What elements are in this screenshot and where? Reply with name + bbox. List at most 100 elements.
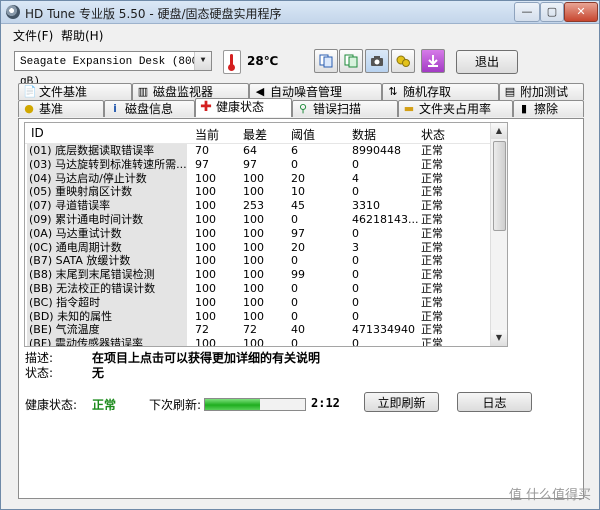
status-label: 状态:: [25, 366, 54, 380]
scroll-up-arrow-icon[interactable]: ▲: [491, 123, 507, 139]
health-panel: ID 当前 最差 阈值 数据 状态 (01) 底层数据读取错误率 70 64 6 899…: [18, 118, 584, 499]
info-icon: i: [113, 102, 117, 115]
magnifier-icon: ⚲: [298, 102, 308, 115]
table-row[interactable]: (07) 寻道错误率 100 253 45 3310 正常: [25, 199, 490, 214]
cell-worst: 64: [243, 144, 257, 157]
cell-data: 8990448: [352, 144, 401, 157]
cell-data: 46218143...: [352, 213, 418, 226]
menu-help[interactable]: 帮助(H): [61, 27, 103, 44]
tab-health[interactable]: ✚ 健康状态: [195, 98, 292, 117]
tab-folder-usage[interactable]: ▬ 文件夹占用率: [398, 100, 513, 117]
menu-file[interactable]: 文件(F): [13, 27, 53, 44]
options-button[interactable]: [391, 49, 415, 73]
column-header-worst[interactable]: 最差: [243, 126, 267, 143]
tab-disk-info[interactable]: i 磁盘信息: [104, 100, 195, 117]
cell-data: 471334940: [352, 323, 415, 337]
table-row[interactable]: (BD) 未知的属性 100 100 0 0 正常: [25, 309, 490, 324]
table-row[interactable]: (BE) 气流温度 72 72 40 471334940 正常: [25, 323, 490, 338]
cell-data: 0: [352, 337, 359, 347]
column-header-status[interactable]: 状态: [421, 126, 445, 143]
tab-label: 磁盘信息: [125, 102, 174, 116]
tab-extra-tests[interactable]: ▤ 附加测试: [499, 83, 584, 100]
tab-file-benchmark[interactable]: 📄 文件基准: [18, 83, 132, 100]
cell-status: 正常: [421, 295, 443, 309]
cell-threshold: 45: [291, 199, 305, 213]
table-row[interactable]: (B8) 末尾到末尾错误检测 100 100 99 0 正常: [25, 268, 490, 283]
table-row[interactable]: (BB) 无法校正的错误计数 100 100 0 0 正常: [25, 282, 490, 296]
cell-worst: 100: [243, 282, 264, 295]
scroll-thumb[interactable]: [493, 141, 506, 231]
cell-current: 72: [195, 323, 209, 337]
cell-current: 100: [195, 254, 216, 268]
minimize-button[interactable]: —: [514, 2, 540, 22]
column-header-data[interactable]: 数据: [352, 126, 376, 143]
table-row[interactable]: (03) 马达旋转到标准转速所需... 97 97 0 0 正常: [25, 157, 490, 172]
cell-status: 正常: [421, 337, 443, 347]
description-value: 在项目上点击可以获得更加详细的有关说明: [92, 351, 321, 365]
tab-error-scan[interactable]: ⚲ 错误扫描: [292, 100, 398, 117]
cell-status: 正常: [421, 309, 443, 323]
cell-worst: 100: [243, 268, 264, 282]
screenshot-button[interactable]: [365, 49, 389, 73]
cell-threshold: 0: [291, 254, 298, 268]
smart-table[interactable]: ID 当前 最差 阈值 数据 状态 (01) 底层数据读取错误率 70 64 6 899…: [24, 122, 508, 347]
exit-button[interactable]: 退出: [456, 50, 518, 74]
camera-icon: [371, 56, 383, 66]
file-benchmark-icon: 📄: [23, 85, 37, 98]
column-header-id[interactable]: ID: [31, 126, 44, 140]
copy-text-icon: [319, 54, 333, 68]
cell-status: 正常: [421, 144, 443, 157]
cell-worst: 100: [243, 226, 264, 240]
log-button[interactable]: 日志: [457, 392, 532, 412]
cell-threshold: 0: [291, 213, 298, 226]
table-row[interactable]: (09) 累计通电时间计数 100 100 0 46218143... 正常: [25, 213, 490, 227]
cell-data: 4: [352, 171, 359, 185]
column-header-current[interactable]: 当前: [195, 126, 219, 143]
copy-info-button[interactable]: [339, 49, 363, 73]
cell-worst: 97: [243, 157, 257, 171]
cell-current: 70: [195, 144, 209, 157]
cell-worst: 100: [243, 240, 264, 254]
cell-attribute: (BD) 未知的属性: [27, 309, 187, 324]
table-row[interactable]: (01) 底层数据读取错误率 70 64 6 8990448 正常: [25, 144, 490, 158]
speaker-icon: ◀: [255, 85, 265, 98]
tab-label: 错误扫描: [313, 102, 362, 116]
table-row[interactable]: (05) 重映射扇区计数 100 100 10 0 正常: [25, 185, 490, 200]
temperature-readout: 28℃: [247, 54, 279, 68]
chevron-down-icon[interactable]: ▼: [194, 52, 211, 70]
table-row[interactable]: (BC) 指令超时 100 100 0 0 正常: [25, 295, 490, 310]
cell-current: 100: [195, 226, 216, 240]
drive-select[interactable]: Seagate Expansion Desk (8001 gB) ▼: [14, 51, 212, 88]
cell-worst: 100: [243, 185, 264, 199]
table-row[interactable]: (BF) 震动传感器错误率 100 100 0 0 正常: [25, 337, 490, 347]
next-refresh-label: 下次刷新:: [149, 398, 202, 412]
title-bar[interactable]: HD Tune 专业版 5.50 - 硬盘/固态硬盘实用程序 — ▢ ✕: [1, 1, 599, 24]
column-header-threshold[interactable]: 阈值: [291, 126, 315, 143]
tab-benchmark[interactable]: ● 基准: [18, 100, 104, 117]
cell-worst: 100: [243, 337, 264, 347]
scroll-down-arrow-icon[interactable]: ▼: [491, 330, 507, 346]
cell-worst: 100: [243, 213, 264, 226]
refresh-now-button[interactable]: 立即刷新: [364, 392, 439, 412]
menu-bar: 文件(F) 帮助(H): [1, 24, 599, 44]
table-row[interactable]: (0C) 通电周期计数 100 100 20 3 正常: [25, 240, 490, 255]
cell-current: 100: [195, 295, 216, 309]
vertical-scrollbar[interactable]: ▲ ▼: [490, 123, 507, 346]
download-button[interactable]: [421, 49, 445, 73]
copy-text-button[interactable]: [314, 49, 338, 73]
options-icon: [396, 55, 410, 67]
cell-attribute: (BE) 气流温度: [27, 323, 187, 338]
maximize-button[interactable]: ▢: [540, 2, 564, 22]
close-button[interactable]: ✕: [564, 2, 598, 22]
random-access-icon: ⇅: [388, 85, 398, 98]
cell-attribute: (05) 重映射扇区计数: [27, 185, 187, 200]
table-row[interactable]: (B7) SATA 放缓计数 100 100 0 0 正常: [25, 254, 490, 269]
tab-random-access[interactable]: ⇅ 随机存取: [382, 83, 499, 100]
cell-attribute: (07) 寻道错误率: [27, 199, 187, 214]
tab-erase[interactable]: ▮ 擦除: [513, 100, 584, 117]
cell-current: 97: [195, 157, 209, 171]
table-row[interactable]: (0A) 马达重试计数 100 100 97 0 正常: [25, 226, 490, 241]
table-header: ID 当前 最差 阈值 数据 状态: [25, 123, 490, 144]
table-row[interactable]: (04) 马达启动/停止计数 100 100 20 4 正常: [25, 171, 490, 186]
cell-attribute: (01) 底层数据读取错误率: [27, 144, 187, 158]
